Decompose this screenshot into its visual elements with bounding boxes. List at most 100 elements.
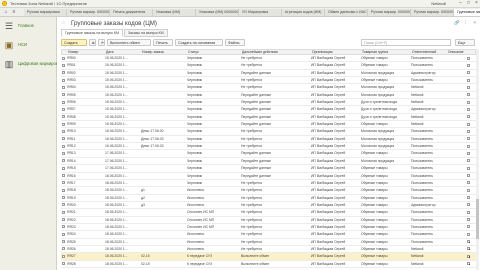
row-checkbox[interactable] — [467, 174, 470, 177]
row-checkbox[interactable] — [467, 196, 470, 200]
row-checkbox[interactable] — [467, 166, 470, 170]
row-checkbox[interactable] — [467, 93, 470, 97]
table-row[interactable]: ЯЯ27 18.06.2020 1... 02-15 К передаче СУЗ Вы… — [61, 253, 476, 261]
window-tab[interactable]: Ручная маркир. 000000001 — [411, 9, 454, 16]
row-checkbox[interactable] — [467, 78, 470, 82]
row-checkbox[interactable] — [467, 85, 470, 89]
table-row[interactable]: ЯЯ10 16.06.2020 1... Демо 17.06.00 Черновик… — [61, 128, 476, 136]
table-row[interactable]: ЯЯ13 17.06.2020 1... Черновик Передайте дан… — [61, 150, 476, 158]
row-checkbox[interactable] — [467, 188, 470, 192]
window-tab[interactable]: Обмен данными с ИАС — [325, 9, 368, 16]
table-row[interactable]: ЯЯ12 16.06.2020 1... Демо 17.06.03 Черновик… — [61, 143, 476, 151]
maximize-button[interactable]: □ — [465, 0, 472, 7]
table-cell: Netlandi — [411, 246, 424, 251]
table-row[interactable]: ЯЯ00 15.06.2020 1... Черновик Не требуется И… — [61, 55, 476, 63]
tab-orders[interactable]: Заказы на выпуск КМ — [124, 29, 168, 37]
row-checkbox[interactable] — [467, 151, 470, 155]
row-checkbox[interactable] — [467, 137, 470, 141]
sidebar-item-digital-marking[interactable]: ▥ Цифровая маркировка — [4, 59, 63, 71]
print-button[interactable]: Печать — [153, 39, 173, 46]
row-checkbox[interactable] — [467, 262, 470, 266]
window-tab[interactable]: Агрегация кодов (ИМ) — [282, 9, 325, 16]
scrollbar-thumb[interactable] — [476, 199, 479, 239]
close-window-button[interactable]: × — [473, 0, 480, 7]
row-checkbox[interactable] — [467, 240, 470, 244]
table-row[interactable]: ЯЯ09 15.06.2020 1... Черновик Передайте дан… — [61, 121, 476, 129]
row-checkbox[interactable] — [467, 254, 470, 258]
window-tab[interactable]: Упаковка (ИМ) — [153, 9, 196, 16]
row-checkbox[interactable] — [467, 210, 470, 214]
row-checkbox[interactable] — [467, 129, 470, 133]
exchange-button[interactable]: Выполнить обмен — [107, 39, 151, 46]
refresh-icon[interactable]: ⟳ — [98, 39, 105, 46]
table-row[interactable]: ЯЯ24 18.06.2020 1... Исполнено Не требуется… — [61, 231, 476, 239]
create-based-on-button[interactable]: Создать на основании — [175, 39, 223, 46]
table-row[interactable]: ЯЯ18 18.06.2020 1... д1 Исполнено Не требует… — [61, 187, 476, 195]
row-checkbox[interactable] — [467, 181, 470, 185]
row-checkbox[interactable] — [467, 56, 470, 60]
table-cell: Молочная продукция — [361, 70, 395, 75]
table-cell: Пользователь — [411, 129, 434, 134]
home-icon[interactable]: ⌂ — [3, 9, 9, 15]
link-icon[interactable]: 🔗 — [454, 20, 460, 26]
close-form-icon[interactable]: × — [473, 20, 476, 26]
row-checkbox[interactable] — [467, 144, 470, 148]
row-checkbox[interactable] — [467, 63, 470, 67]
table-row[interactable]: ЯЯ06 15.06.2020 1... Черновик Передайте дан… — [61, 99, 476, 107]
table-row[interactable]: ЯЯ01 15.06.2020 1... Черновик Не требуется И… — [61, 62, 476, 70]
row-checkbox[interactable] — [467, 115, 470, 119]
table-row[interactable]: ЯЯ26 18.06.2020 1... Исполнено Не требуется… — [61, 246, 476, 254]
row-checkbox[interactable] — [467, 247, 470, 251]
table-row[interactable]: ЯЯ21 18.06.2020 1... Отклонен ИС МП Не треб… — [61, 209, 476, 217]
more-icon[interactable]: ⋮ — [464, 20, 469, 26]
table-row[interactable]: ЯЯ17 18.06.2020 1... Черновик Не требуется И… — [61, 180, 476, 188]
copy-icon[interactable]: ⧉ — [89, 39, 96, 46]
tab-group-orders[interactable]: Групповые заказы на выпуск КМ — [61, 29, 123, 37]
row-checkbox[interactable] — [467, 100, 470, 104]
window-tab[interactable]: Печать документов — [110, 9, 153, 16]
table-row[interactable]: ЯЯ28 18.06.2020 1... 02-15 К передаче СУЗ Вы… — [61, 261, 476, 268]
sidebar-item-nsi[interactable]: ▣ НСИ — [4, 40, 54, 52]
table-row[interactable]: ЯЯ15 17.06.2020 1... Черновик Передайте дан… — [61, 165, 476, 173]
window-tab[interactable]: УО Маркировка — [239, 9, 282, 16]
history-icon[interactable]: ≡ — [11, 9, 17, 15]
row-checkbox[interactable] — [467, 218, 470, 222]
row-checkbox[interactable] — [467, 107, 470, 111]
table-scrollbar[interactable] — [476, 49, 479, 270]
row-checkbox[interactable] — [467, 122, 470, 126]
table-row[interactable]: ЯЯ03 15.06.2020 1... Черновик Не требуется И… — [61, 77, 476, 85]
window-tab[interactable]: Групповые заказы кодов — [454, 9, 480, 16]
table-row[interactable]: ЯЯ14 17.06.2020 1... Черновик Передайте дан… — [61, 158, 476, 166]
sidebar-item-main[interactable]: ☰ Главное — [4, 21, 54, 33]
table-row[interactable]: ЯЯ16 18.06.2020 1... Черновик Передайте дан… — [61, 173, 476, 180]
table-cell: ИП Вагбацкая Сергей — [311, 56, 346, 60]
row-checkbox[interactable] — [467, 159, 470, 163]
table-row[interactable]: ЯЯ08 15.06.2020 1... Черновик Передайте дан… — [61, 114, 476, 122]
window-tab[interactable]: Ручная маркир. 00000000 — [368, 9, 411, 16]
table-row[interactable]: ЯЯ23 18.06.2020 1... Отклонен ИС МП Не треб… — [61, 224, 476, 232]
row-checkbox[interactable] — [467, 71, 470, 75]
window-tab[interactable]: Ручная маркировка — [24, 9, 67, 16]
row-checkbox[interactable] — [467, 225, 470, 229]
search-input[interactable]: Поиск (Ctrl+F) — [361, 39, 451, 46]
table-row[interactable]: ЯЯ20 18.06.2020 1... д3 Исполнено Не требует… — [61, 202, 476, 210]
row-checkbox[interactable] — [467, 232, 470, 236]
minimize-button[interactable]: – — [457, 0, 464, 7]
table-row[interactable]: ЯЯ25 18.06.2020 1... Исполнено Не требуется… — [61, 239, 476, 246]
more-button[interactable]: Еще — [455, 39, 475, 46]
attachments-button[interactable]: Файлы — [225, 39, 245, 46]
window-tab[interactable]: Упаковка (ИМ) 000000001 — [196, 9, 239, 16]
command-bar: Создать ⧉ ⟳ Выполнить обмен Печать Созда… — [61, 39, 476, 47]
table-row[interactable]: ЯЯ07 15.06.2020 1... Черновик Передайте дан… — [61, 106, 476, 114]
table-row[interactable]: ЯЯ19 18.06.2020 1... д2 Исполнено Не требует… — [61, 195, 476, 202]
create-button[interactable]: Создать — [61, 39, 87, 46]
table-row[interactable]: ЯЯ04 15.06.2020 1... Черновик Не требуется И… — [61, 84, 476, 92]
current-user[interactable]: Netlandi — [431, 0, 446, 7]
row-checkbox[interactable] — [467, 203, 470, 207]
table-row[interactable]: ЯЯ11 16.06.2020 1... Демо 17.06.03 Черновик… — [61, 136, 476, 144]
window-tab[interactable]: Ручная маркир. 000000001 — [67, 9, 110, 16]
favorite-star-icon[interactable]: ☆ — [61, 20, 65, 26]
table-row[interactable]: ЯЯ05 15.06.2020 1... Черновик Передайте дан… — [61, 92, 476, 100]
table-row[interactable]: ЯЯ02 15.06.2020 1... Черновик Передайте дан… — [61, 70, 476, 78]
table-row[interactable]: ЯЯ22 18.06.2020 1... Отклонен ИС МП Не треб… — [61, 217, 476, 224]
